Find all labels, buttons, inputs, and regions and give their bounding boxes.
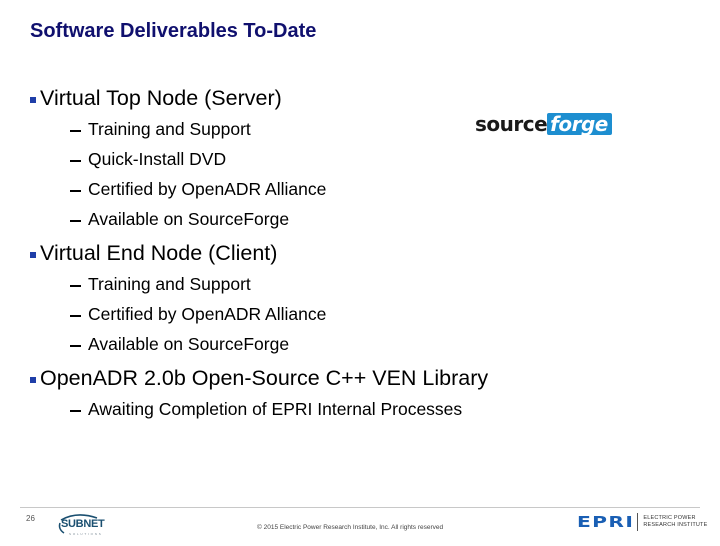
epri-logo-text: ELECTRIC POWER RESEARCH INSTITUTE xyxy=(643,515,707,529)
footer-divider xyxy=(20,507,700,508)
sub-bullet-item: Certified by OpenADR Alliance xyxy=(70,179,326,200)
dash-bullet-icon xyxy=(70,284,81,287)
page-number: 26 xyxy=(26,514,35,523)
sub-bullet-item: Certified by OpenADR Alliance xyxy=(70,304,326,325)
sub-bullet-item: Training and Support xyxy=(70,274,251,295)
sourceforge-logo-text-forge: forge xyxy=(547,113,612,135)
dash-bullet-icon xyxy=(70,219,81,222)
bullet-label: Virtual End Node (Client) xyxy=(40,241,278,265)
slide-title: Software Deliverables To-Date xyxy=(30,20,317,42)
sub-bullet-label: Training and Support xyxy=(88,119,251,139)
bullet-item-end-node: Virtual End Node (Client) xyxy=(30,241,277,266)
dash-bullet-icon xyxy=(70,189,81,192)
epri-logo-line1: ELECTRIC POWER xyxy=(643,515,696,521)
subnet-logo: SUBNET S O L U T I O N S xyxy=(55,511,105,541)
subnet-logo-text: SUBNET xyxy=(61,518,105,530)
sub-bullet-label: Training and Support xyxy=(88,274,251,294)
sub-bullet-label: Quick-Install DVD xyxy=(88,149,227,169)
sub-bullet-item: Quick-Install DVD xyxy=(70,149,226,170)
sub-bullet-item: Available on SourceForge xyxy=(70,334,289,355)
bullet-item-top-node: Virtual Top Node (Server) xyxy=(30,86,282,111)
sub-bullet-label: Available on SourceForge xyxy=(88,209,290,229)
epri-logo-mark: EPRI xyxy=(577,513,635,531)
dash-bullet-icon xyxy=(70,344,81,347)
dash-bullet-icon xyxy=(70,159,81,162)
sub-bullet-label: Awaiting Completion of EPRI Internal Pro… xyxy=(88,399,463,419)
sub-bullet-item: Awaiting Completion of EPRI Internal Pro… xyxy=(70,399,462,420)
epri-logo-line2: RESEARCH INSTITUTE xyxy=(643,522,708,528)
bullet-label: Virtual Top Node (Server) xyxy=(40,86,282,110)
subnet-logo-tagline: S O L U T I O N S xyxy=(69,532,102,536)
sub-bullet-item: Available on SourceForge xyxy=(70,209,289,230)
dash-bullet-icon xyxy=(70,314,81,317)
square-bullet-icon xyxy=(30,376,36,383)
sub-bullet-label: Certified by OpenADR Alliance xyxy=(88,179,327,199)
dash-bullet-icon xyxy=(70,129,81,132)
epri-logo-separator xyxy=(637,513,639,531)
dash-bullet-icon xyxy=(70,409,81,412)
epri-logo: EPRI ELECTRIC POWER RESEARCH INSTITUTE xyxy=(577,510,707,534)
square-bullet-icon xyxy=(30,251,36,258)
bullet-item-ven-library: OpenADR 2.0b Open-Source C++ VEN Library xyxy=(30,366,488,391)
sourceforge-logo-text-source: source xyxy=(475,112,548,136)
square-bullet-icon xyxy=(30,96,36,103)
sub-bullet-label: Available on SourceForge xyxy=(88,334,290,354)
sub-bullet-item: Training and Support xyxy=(70,119,251,140)
copyright-text: © 2015 Electric Power Research Institute… xyxy=(257,524,444,531)
bullet-label: OpenADR 2.0b Open-Source C++ VEN Library xyxy=(40,366,489,390)
sourceforge-logo: source forge xyxy=(475,112,612,136)
sub-bullet-label: Certified by OpenADR Alliance xyxy=(88,304,327,324)
